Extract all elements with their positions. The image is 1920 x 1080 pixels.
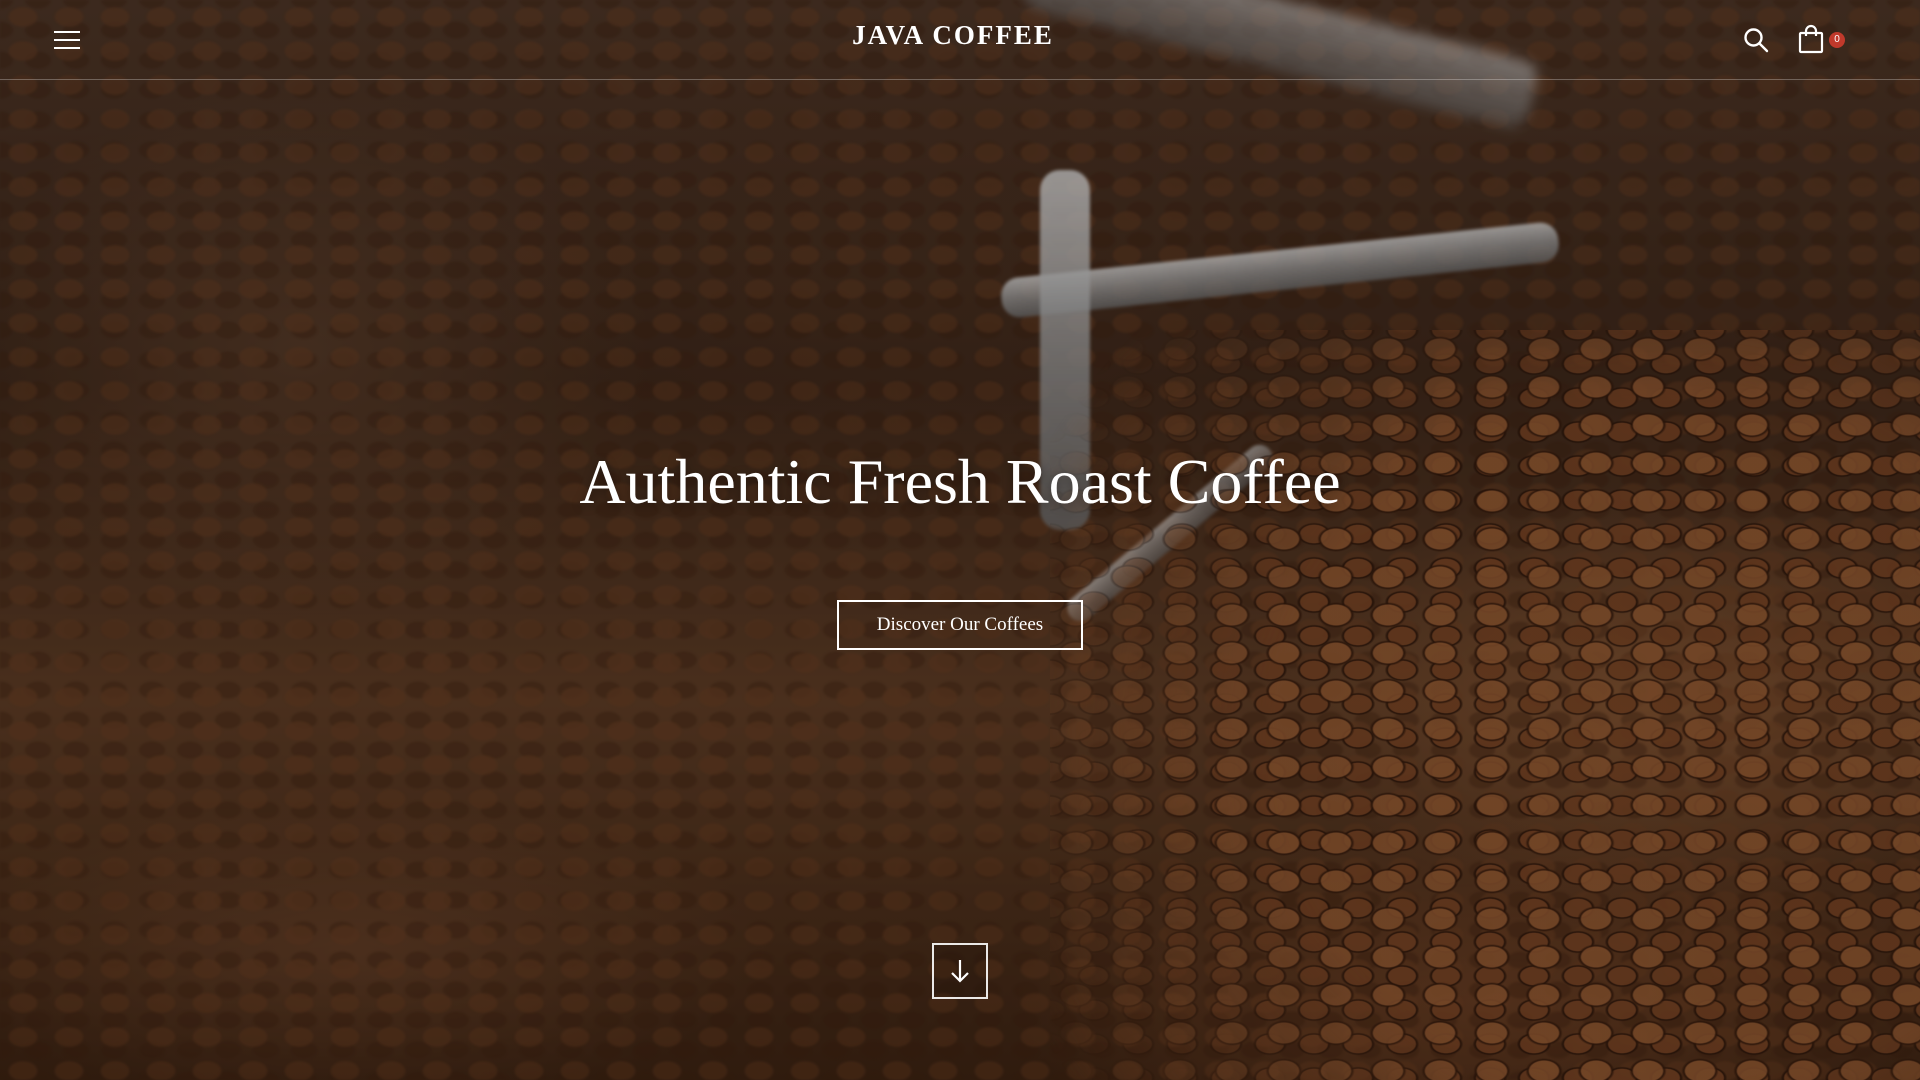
cart-count-badge: 0	[1829, 32, 1845, 48]
arrow-down-icon	[951, 960, 969, 983]
site-logo[interactable]: JAVA COFFEE	[0, 20, 1906, 51]
search-icon[interactable]	[1742, 26, 1770, 54]
hero-overlay	[0, 0, 1920, 1080]
discover-coffees-button[interactable]: Discover Our Coffees	[837, 600, 1083, 650]
hero-title: Authentic Fresh Roast Coffee	[579, 446, 1341, 517]
hero-section: JAVA COFFEE 0 Authentic Fresh Roast Coff…	[0, 0, 1920, 1080]
site-header: JAVA COFFEE 0	[0, 0, 1920, 80]
scroll-down-button[interactable]	[932, 943, 988, 999]
shopping-bag-icon[interactable]	[1797, 24, 1825, 54]
